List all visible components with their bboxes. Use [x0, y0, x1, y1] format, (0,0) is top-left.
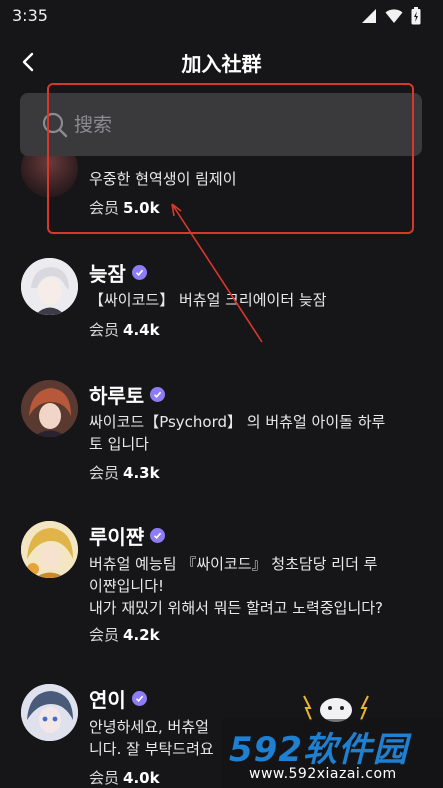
watermark-logo: 592软件园 www.592xiazai.com — [221, 719, 443, 788]
members-value: 4.2k — [123, 626, 160, 644]
community-description: 우중한 현역생이 림제이 — [89, 168, 434, 190]
community-description: 싸이코드【Psychord】 의 버츄얼 아이돌 하루 토 입니다 — [89, 411, 434, 455]
watermark-brand: 592软件园 — [229, 730, 408, 770]
avatar-illustration — [21, 684, 78, 741]
community-name-row: 하루토 — [89, 380, 166, 409]
header: 加入社群 — [0, 40, 443, 84]
status-bar: 3:35 — [0, 0, 443, 32]
community-name-row: 루이쨘 — [89, 521, 166, 550]
community-description: 【싸이코드】 버츄얼 크리에이터 늦잠 — [89, 289, 434, 311]
community-avatar — [21, 380, 78, 437]
gamepad-mascot-icon — [303, 695, 369, 722]
community-description: 버츄얼 예능팀 『싸이코드』 청초담당 리더 루 이쨘입니다! 내가 재밌기 위… — [89, 553, 434, 619]
description-line: 【싸이코드】 버츄얼 크리에이터 늦잠 — [89, 291, 327, 309]
search-bar[interactable] — [20, 93, 422, 156]
status-icons — [361, 7, 421, 25]
members-value: 4.3k — [123, 464, 160, 482]
avatar-illustration — [21, 258, 78, 315]
community-name: 하루토 — [89, 384, 145, 408]
page-title: 加入社群 — [181, 52, 262, 76]
member-count: 会员 4.2k — [89, 624, 160, 645]
community-name: 늦잠 — [89, 262, 126, 286]
members-value: 4.0k — [123, 769, 160, 787]
description-line: 내가 재밌기 위해서 뭐든 할려고 노력중입니다? — [89, 599, 384, 617]
community-name: 연이 — [89, 688, 126, 712]
members-label: 会员 — [89, 626, 120, 644]
verified-badge-icon — [131, 265, 147, 280]
member-count: 会员 4.3k — [89, 462, 160, 483]
members-label: 会员 — [89, 199, 120, 217]
status-time: 3:35 — [12, 6, 48, 25]
battery-icon — [411, 7, 421, 25]
member-count: 会员 5.0k — [89, 197, 160, 218]
verified-badge-icon — [131, 691, 147, 706]
watermark-url: www.592xiazai.com — [249, 766, 397, 782]
members-label: 会员 — [89, 769, 120, 787]
members-value: 5.0k — [123, 199, 160, 217]
community-name-row: 연이 — [89, 684, 147, 713]
community-name: 루이쨘 — [89, 525, 145, 549]
description-line: 이쨘입니다! — [89, 577, 165, 595]
wifi-icon — [385, 9, 403, 23]
members-label: 会员 — [89, 321, 120, 339]
members-value: 4.4k — [123, 321, 160, 339]
members-label: 会员 — [89, 464, 120, 482]
verified-badge-icon — [150, 387, 166, 402]
description-line: 싸이코드【Psychord】 의 버츄얼 아이돌 하루 — [89, 413, 386, 431]
verified-badge-icon — [150, 528, 166, 543]
community-avatar — [21, 258, 78, 315]
signal-icon — [362, 9, 376, 23]
community-avatar — [21, 684, 78, 741]
member-count: 会员 4.4k — [89, 319, 160, 340]
search-icon — [42, 112, 68, 138]
member-count: 会员 4.0k — [89, 767, 160, 788]
search-input[interactable] — [74, 107, 404, 143]
description-line: 버츄얼 예능팀 『싸이코드』 청초담당 리더 루 — [89, 555, 378, 573]
description-line: 우중한 현역생이 림제이 — [89, 170, 237, 188]
community-name-row: 늦잠 — [89, 258, 147, 287]
community-avatar — [21, 521, 78, 578]
avatar-illustration — [21, 380, 78, 437]
description-line: 토 입니다 — [89, 435, 149, 453]
avatar-illustration — [21, 521, 78, 578]
